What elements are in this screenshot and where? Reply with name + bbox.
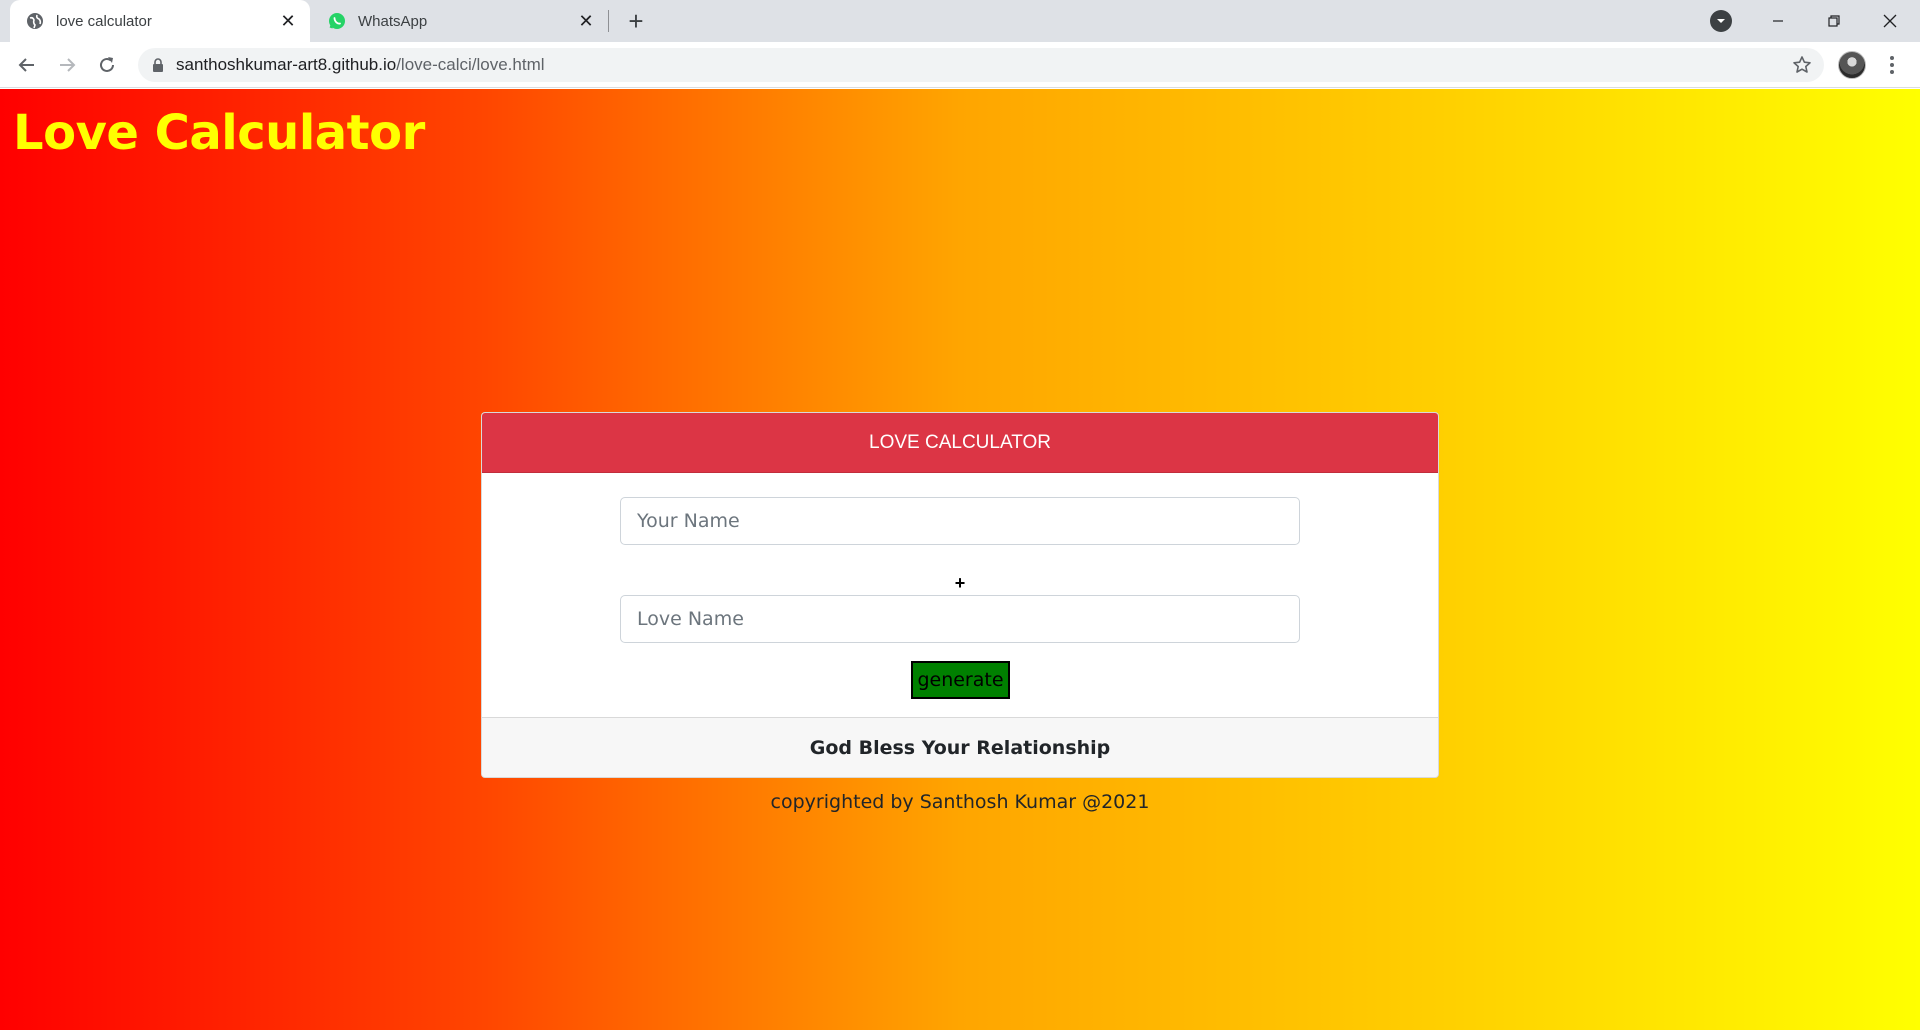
love-calculator-card: LOVE CALCULATOR + generate God Bless You… <box>481 412 1439 778</box>
back-arrow-icon[interactable] <box>12 50 42 80</box>
generate-button[interactable]: generate <box>911 661 1010 699</box>
love-name-input[interactable] <box>620 595 1300 643</box>
tab-title: love calculator <box>56 12 152 30</box>
tab-search-icon[interactable] <box>1710 10 1732 32</box>
browser-tab-strip: love calculator ✕ WhatsApp ✕ + <box>0 0 1920 42</box>
card-body: + generate <box>482 473 1438 717</box>
profile-avatar[interactable] <box>1838 51 1866 79</box>
card-header: LOVE CALCULATOR <box>482 413 1438 473</box>
close-icon[interactable]: ✕ <box>276 9 300 33</box>
page-background: Love Calculator LOVE CALCULATOR + genera… <box>0 89 1920 1030</box>
card-footer: God Bless Your Relationship <box>482 717 1438 777</box>
page-title: Love Calculator <box>13 105 425 161</box>
tab-title: WhatsApp <box>358 12 428 30</box>
url-path: /love-calci/love.html <box>396 55 545 74</box>
your-name-input[interactable] <box>620 497 1300 545</box>
reload-icon[interactable] <box>92 50 122 80</box>
browser-toolbar: santhoshkumar-art8.github.io/love-calci/… <box>0 42 1920 88</box>
tab-whatsapp[interactable]: WhatsApp ✕ <box>312 0 608 42</box>
forward-arrow-icon[interactable] <box>52 50 82 80</box>
new-tab-button[interactable]: + <box>622 6 650 36</box>
bookmark-star-icon[interactable] <box>1792 55 1812 75</box>
whatsapp-icon <box>328 12 346 30</box>
url-text: santhoshkumar-art8.github.io/love-calci/… <box>176 55 545 75</box>
window-close-icon[interactable] <box>1862 0 1918 42</box>
lock-icon <box>152 58 164 72</box>
more-menu-icon[interactable] <box>1880 50 1904 80</box>
minimize-icon[interactable] <box>1750 0 1806 42</box>
globe-icon <box>26 12 44 30</box>
copyright-text: copyrighted by Santhosh Kumar @2021 <box>770 791 1150 813</box>
url-host: santhoshkumar-art8.github.io <box>176 55 397 74</box>
restore-icon[interactable] <box>1806 0 1862 42</box>
close-icon[interactable]: ✕ <box>574 9 598 33</box>
address-bar[interactable]: santhoshkumar-art8.github.io/love-calci/… <box>138 48 1824 82</box>
tab-separator <box>608 10 609 32</box>
tab-love-calculator[interactable]: love calculator ✕ <box>10 0 310 42</box>
plus-sign: + <box>954 573 966 593</box>
